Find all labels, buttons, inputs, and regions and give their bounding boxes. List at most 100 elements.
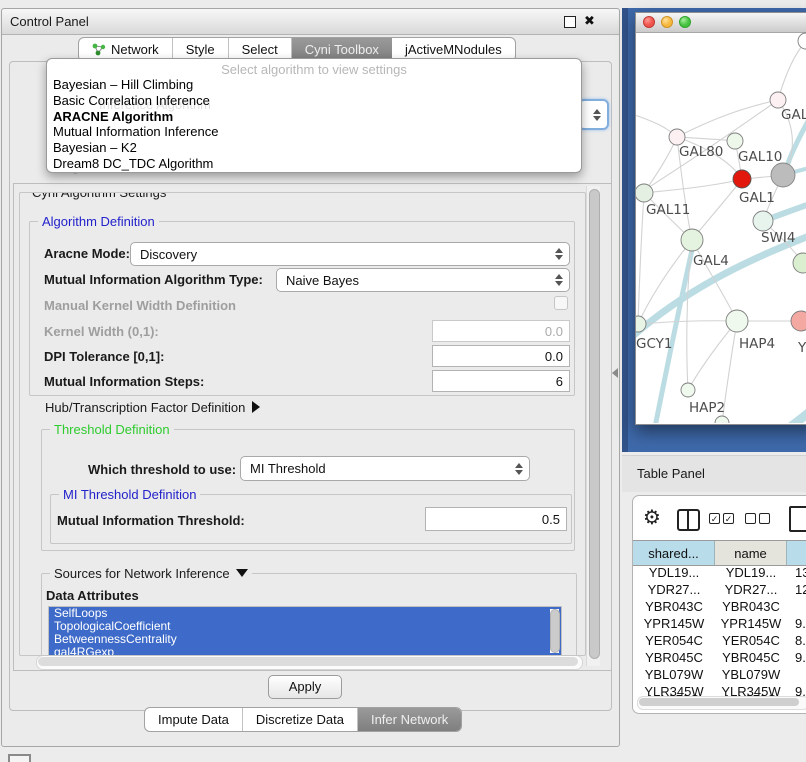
manual-kernel-checkbox[interactable] [554, 296, 568, 310]
float-window-icon[interactable] [564, 16, 576, 28]
sources-expander[interactable]: Sources for Network Inference [50, 566, 252, 581]
settings-horizontal-scrollbar[interactable] [36, 655, 583, 670]
node-label: GAL4 [693, 253, 729, 269]
dropdown-item[interactable]: Mutual Information Inference [47, 124, 581, 140]
unchecked-checkbox-icon[interactable] [759, 513, 770, 524]
node-label: HAP4 [739, 336, 775, 352]
minimize-traffic-light[interactable] [661, 16, 673, 28]
tab-select-label: Select [242, 42, 278, 57]
mi-threshold-label: Mutual Information Threshold: [57, 513, 245, 528]
zoom-traffic-light[interactable] [679, 16, 691, 28]
tab-network-label: Network [111, 42, 159, 57]
checked-checkbox-icon[interactable]: ✓ [709, 513, 720, 524]
cyni-algorithm-settings-group: Cyni Algorithm Settings Algorithm Defini… [19, 192, 586, 656]
dpi-tolerance-label: DPI Tolerance [0,1]: [44, 349, 164, 364]
table-row[interactable]: YER054CYER054C8. [633, 632, 806, 649]
apply-button[interactable]: Apply [268, 675, 342, 699]
combo-stepper-icon [593, 109, 601, 121]
dropdown-item-selected[interactable]: ARACNE Algorithm [47, 109, 581, 125]
list-scrollbar[interactable] [550, 609, 559, 653]
table-row[interactable]: YBR045CYBR045C9. [633, 649, 806, 666]
settings-vertical-scrollbar[interactable] [586, 186, 600, 666]
dropdown-item[interactable]: Bayesian – K2 [47, 140, 581, 156]
dropdown-item[interactable]: Basic Correlation Inference [47, 93, 581, 109]
manual-kernel-label: Manual Kernel Width Definition [44, 298, 236, 313]
tab-style-label: Style [186, 42, 215, 57]
table-horizontal-scrollbar[interactable] [637, 696, 806, 710]
algorithm-combo-focused[interactable] [578, 99, 609, 130]
combo-stepper-icon [555, 248, 563, 260]
node [793, 253, 806, 273]
close-icon[interactable]: ✖ [584, 13, 595, 29]
sources-title: Sources for Network Inference [54, 566, 230, 581]
mi-threshold-field[interactable] [425, 507, 567, 531]
desktop-left-edge [622, 8, 628, 452]
table-row[interactable]: YDL19...YDL19...13 [633, 564, 806, 581]
table-header-row: shared... name [633, 540, 806, 566]
window-title: Control Panel [10, 14, 89, 29]
gear-icon[interactable]: ⚙ [643, 505, 661, 529]
threshold-definition-group: Threshold Definition Which threshold to … [41, 429, 575, 551]
kernel-width-field[interactable] [432, 320, 570, 342]
dropdown-placeholder: Select algorithm to view settings [47, 62, 581, 77]
node-gal80 [669, 129, 685, 145]
mi-type-label: Mutual Information Algorithm Type: [44, 272, 263, 287]
node [798, 33, 806, 49]
splitpane-collapse-icon[interactable] [612, 368, 618, 378]
kernel-width-label: Kernel Width (0,1): [44, 324, 159, 339]
table-row[interactable]: YPR145WYPR145W9. [633, 615, 806, 632]
which-threshold-combo[interactable]: MI Threshold [240, 456, 530, 481]
node-gal1-selected [733, 170, 751, 188]
sources-group: Sources for Network Inference Data Attri… [41, 573, 577, 656]
node-label: HAP2 [689, 400, 725, 416]
node-gray [771, 163, 795, 187]
dropdown-item[interactable]: Dream8 DC_TDC Algorithm [47, 156, 581, 172]
hub-definition-expander[interactable]: Hub/Transcription Factor Definition [45, 400, 260, 415]
network-canvas[interactable]: GAL80 GAL10 GAL1 GAL11 SWI4 GAL4 GCY1 HA… [636, 32, 806, 423]
algorithm-definition-group: Algorithm Definition Aracne Mode: Discov… [29, 221, 575, 396]
node-label: GCY1 [636, 336, 673, 352]
tab-discretize-data[interactable]: Discretize Data [243, 708, 358, 731]
data-attributes-list[interactable]: SelfLoops TopologicalCoefficient Between… [48, 606, 562, 656]
close-traffic-light[interactable] [643, 16, 655, 28]
columns-icon[interactable] [677, 509, 700, 531]
tab-infer-network[interactable]: Infer Network [358, 708, 461, 731]
control-panel-titlebar[interactable]: Control Panel ✖ [2, 9, 619, 35]
aracne-mode-combo[interactable]: Discovery [130, 242, 570, 266]
tab-jactivemnodules-label: jActiveMNodules [405, 42, 502, 57]
tab-discretize-data-label: Discretize Data [256, 712, 344, 727]
checked-checkbox-icon[interactable]: ✓ [723, 513, 734, 524]
attribute-item-selected[interactable]: gal4RGexp [49, 646, 561, 656]
table-row[interactable]: YBL079WYBL079W [633, 666, 806, 683]
mi-steps-field[interactable] [432, 370, 570, 392]
mi-type-value: Naive Bayes [286, 273, 359, 288]
column-header-name[interactable]: name [715, 541, 787, 565]
network-view-window[interactable]: GAL80 GAL10 GAL1 GAL11 SWI4 GAL4 GCY1 HA… [635, 12, 806, 425]
column-header-shared[interactable]: shared... [633, 541, 715, 565]
network-window-titlebar[interactable] [636, 13, 806, 33]
algorithm-dropdown-popup: Inference Algorithm Select algorithm to … [46, 58, 582, 173]
settings-scrollpane: Cyni Algorithm Settings Algorithm Defini… [13, 183, 612, 671]
dropdown-item[interactable]: Bayesian – Hill Climbing [47, 77, 581, 93]
dpi-tolerance-field[interactable] [432, 345, 570, 367]
tab-impute-data-label: Impute Data [158, 712, 229, 727]
table-panel-title: Table Panel [637, 466, 705, 481]
node-label: GAL [781, 107, 806, 123]
unchecked-checkbox-icon[interactable] [745, 513, 756, 524]
node-label: SWI4 [761, 230, 796, 246]
mi-type-combo[interactable]: Naive Bayes [276, 268, 570, 292]
table-row[interactable]: YBR043CYBR043C [633, 598, 806, 615]
hub-definition-label: Hub/Transcription Factor Definition [45, 400, 245, 415]
node-swi4 [753, 211, 773, 231]
node-label: GAL10 [738, 149, 782, 165]
document-icon[interactable] [789, 506, 806, 532]
data-attributes-label: Data Attributes [46, 588, 139, 603]
attribute-item-selected[interactable]: BetweennessCentrality [49, 633, 561, 646]
table-row[interactable]: YDR27...YDR27...12 [633, 581, 806, 598]
minimized-panel-icon[interactable] [8, 754, 31, 762]
node-gal4 [681, 229, 703, 251]
mi-steps-label: Mutual Information Steps: [44, 374, 204, 389]
tab-impute-data[interactable]: Impute Data [145, 708, 243, 731]
column-header-clipped[interactable] [787, 541, 806, 565]
node-hap4 [726, 310, 748, 332]
